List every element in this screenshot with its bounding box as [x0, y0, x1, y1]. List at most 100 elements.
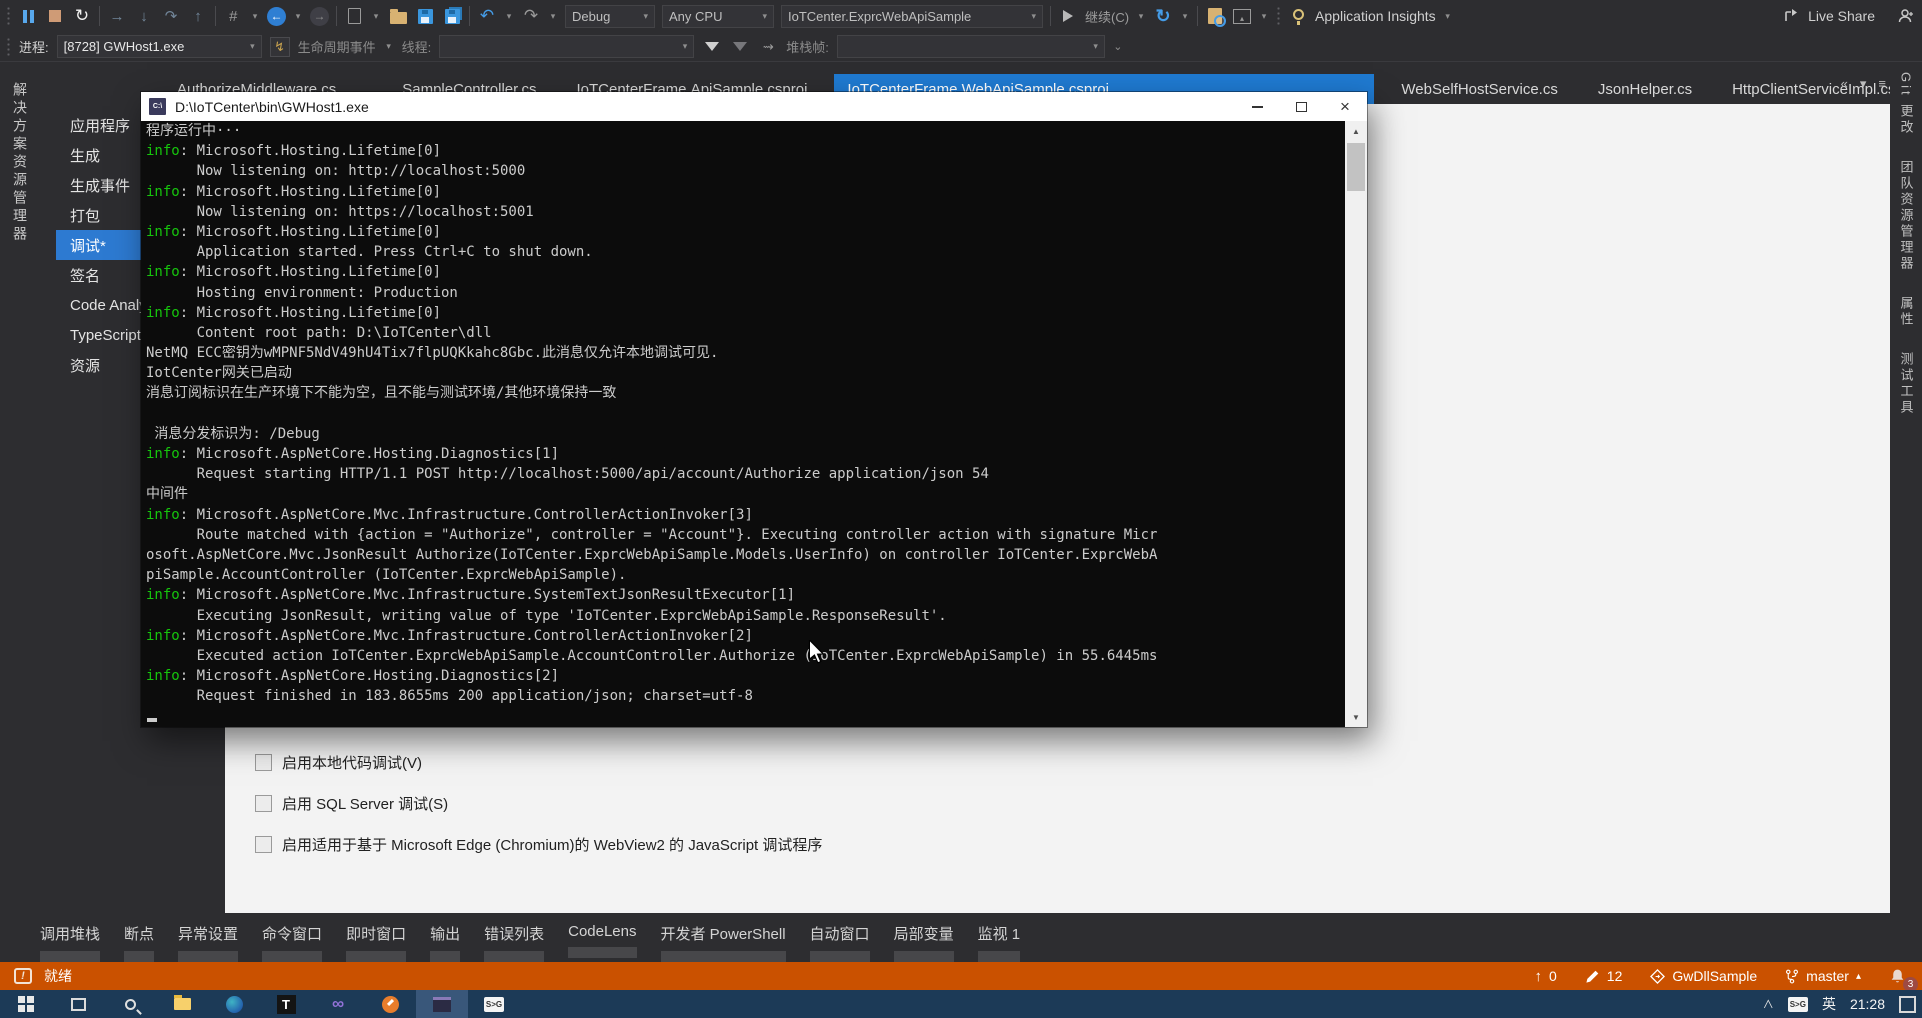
edge-browser-button[interactable]: [208, 990, 260, 1018]
live-share-button[interactable]: Live Share: [1784, 8, 1875, 24]
git-branch-status[interactable]: master ▴: [1777, 962, 1869, 990]
dropdown-caret[interactable]: ▾: [1180, 11, 1190, 22]
notifications-button[interactable]: 3: [1881, 962, 1918, 992]
toolbar-overflow-caret[interactable]: ⌄: [1113, 40, 1123, 53]
app-insights-button[interactable]: [1288, 6, 1308, 26]
dropdown-caret[interactable]: ▾: [504, 11, 514, 22]
bottom-panel-tab[interactable]: 调用堆栈: [40, 923, 101, 962]
step-into-button[interactable]: ↓: [134, 6, 154, 26]
console-scrollbar[interactable]: ▲ ▼: [1345, 121, 1367, 727]
git-push-status[interactable]: ↑ 0: [1526, 962, 1564, 990]
dropdown-caret[interactable]: ▾: [1136, 11, 1146, 22]
thread-dropdown[interactable]: ▾: [439, 35, 695, 58]
right-dock-tab[interactable]: 团队资源管理器: [1897, 160, 1916, 272]
redo-button[interactable]: ↷: [521, 6, 541, 26]
file-explorer-button[interactable]: [156, 990, 208, 1018]
step-over-button[interactable]: ↷: [161, 6, 181, 26]
visual-studio-button[interactable]: ∞: [312, 990, 364, 1018]
dropdown-caret[interactable]: ▾: [371, 11, 381, 22]
dropdown-caret[interactable]: ▾: [250, 11, 260, 22]
save-button[interactable]: [415, 6, 435, 26]
git-edits-status[interactable]: 12: [1577, 962, 1631, 990]
sogou-tray-icon[interactable]: S>G: [1787, 996, 1808, 1012]
continue-button[interactable]: [1058, 6, 1078, 26]
orange-app-button[interactable]: [364, 990, 416, 1018]
show-next-statement-button[interactable]: →: [107, 6, 127, 26]
debug-option-row[interactable]: 启用 SQL Server 调试(S): [255, 793, 822, 814]
sign-in-button[interactable]: [1896, 6, 1916, 26]
bottom-panel-tab[interactable]: 即时窗口: [346, 923, 407, 962]
toolbar-grip[interactable]: [6, 6, 11, 26]
checkbox[interactable]: [255, 836, 272, 853]
debug-option-row[interactable]: 启用适用于基于 Microsoft Edge (Chromium)的 WebVi…: [255, 834, 822, 855]
navigate-back-button[interactable]: ←: [267, 6, 286, 26]
scroll-down-arrow-icon[interactable]: ▼: [1345, 707, 1367, 727]
bottom-panel-tab[interactable]: 开发者 PowerShell: [660, 923, 786, 962]
document-tab[interactable]: WebSelfHostService.cs: [1388, 74, 1570, 104]
start-button[interactable]: [0, 990, 52, 1018]
refresh-button[interactable]: ↻: [1153, 6, 1173, 26]
active-files-dropdown-icon[interactable]: ▾: [1860, 76, 1867, 92]
stop-debugging-button[interactable]: [45, 6, 65, 26]
checkbox[interactable]: [255, 795, 272, 812]
navigate-forward-button[interactable]: →: [310, 6, 329, 26]
close-button[interactable]: ×: [1323, 92, 1367, 121]
toggle-current-thread-button[interactable]: ⇝: [758, 37, 778, 57]
find-in-files-button[interactable]: [1205, 6, 1227, 27]
bottom-panel-tab[interactable]: 局部变量: [893, 923, 954, 962]
filter-button[interactable]: [702, 37, 722, 57]
bottom-panel-tab[interactable]: 错误列表: [484, 923, 545, 962]
debug-option-row[interactable]: 启用本地代码调试(V): [255, 752, 822, 773]
scroll-up-arrow-icon[interactable]: ▲: [1345, 121, 1367, 141]
new-file-button[interactable]: [344, 6, 364, 26]
action-center-icon[interactable]: [1899, 995, 1916, 1013]
right-dock-tab[interactable]: 属性: [1897, 296, 1916, 328]
tray-chevron-icon[interactable]: ∧: [1763, 996, 1774, 1012]
bottom-panel-tab[interactable]: 监视 1: [977, 923, 1021, 962]
dropdown-caret[interactable]: ▾: [548, 11, 558, 22]
task-view-button[interactable]: [52, 990, 104, 1018]
taskbar-clock[interactable]: 21:28: [1850, 996, 1885, 1012]
live-visual-tree-button[interactable]: ▴: [1232, 6, 1252, 26]
scrollbar-thumb[interactable]: [1347, 143, 1365, 191]
lifecycle-events-label[interactable]: 生命周期事件: [298, 37, 376, 56]
dropdown-caret[interactable]: ▾: [1259, 11, 1269, 22]
process-dropdown[interactable]: [8728] GWHost1.exe ▾: [56, 35, 262, 58]
git-repository-status[interactable]: GwDllSample: [1642, 962, 1765, 990]
toolbar-grip[interactable]: [6, 36, 11, 57]
dropdown-caret[interactable]: ▾: [1443, 11, 1453, 22]
bottom-panel-tab[interactable]: 自动窗口: [809, 923, 870, 962]
right-dock-tab[interactable]: 测试工具: [1897, 352, 1916, 416]
solution-configuration-dropdown[interactable]: Debug ▾: [565, 4, 655, 28]
ime-indicator[interactable]: 英: [1822, 994, 1836, 1014]
window-menu-icon[interactable]: ≡: [1878, 76, 1886, 92]
maximize-button[interactable]: [1279, 92, 1323, 121]
startup-project-dropdown[interactable]: IoTCenter.ExprcWebApiSample ▾: [781, 4, 1043, 28]
dropdown-caret[interactable]: ▾: [384, 41, 394, 52]
restart-button[interactable]: ↻: [72, 6, 92, 26]
console-app-button[interactable]: [416, 990, 468, 1018]
undo-button[interactable]: ↶: [477, 6, 497, 26]
t-app-button[interactable]: T: [260, 990, 312, 1018]
lifecycle-events-button[interactable]: ↯: [269, 36, 290, 57]
filter-flagged-button[interactable]: [730, 37, 750, 57]
bottom-panel-tab[interactable]: 断点: [124, 923, 155, 962]
app-insights-label[interactable]: Application Insights: [1315, 8, 1436, 24]
code-map-button[interactable]: #: [223, 6, 243, 26]
break-all-button[interactable]: [18, 6, 38, 26]
bottom-panel-tab[interactable]: CodeLens: [568, 923, 637, 958]
toolbar-grip[interactable]: [1276, 6, 1282, 26]
feedback-icon[interactable]: !: [14, 968, 32, 984]
sogou-app-button[interactable]: S>G: [468, 990, 520, 1018]
solution-explorer-dock-tab[interactable]: 解决方案资源管理器: [10, 82, 30, 244]
right-dock-tab[interactable]: Git 更改: [1897, 72, 1916, 136]
search-button[interactable]: [104, 990, 156, 1018]
save-all-button[interactable]: [442, 6, 462, 26]
bottom-panel-tab[interactable]: 异常设置: [178, 923, 239, 962]
bottom-panel-tab[interactable]: 命令窗口: [262, 923, 323, 962]
continue-label[interactable]: 继续(C): [1085, 7, 1129, 26]
document-tab[interactable]: JsonHelper.cs: [1585, 74, 1705, 104]
stack-frame-dropdown[interactable]: ▾: [836, 35, 1105, 58]
bottom-panel-tab[interactable]: 输出: [430, 923, 461, 962]
scroll-tabs-icon[interactable]: «: [1841, 76, 1848, 92]
